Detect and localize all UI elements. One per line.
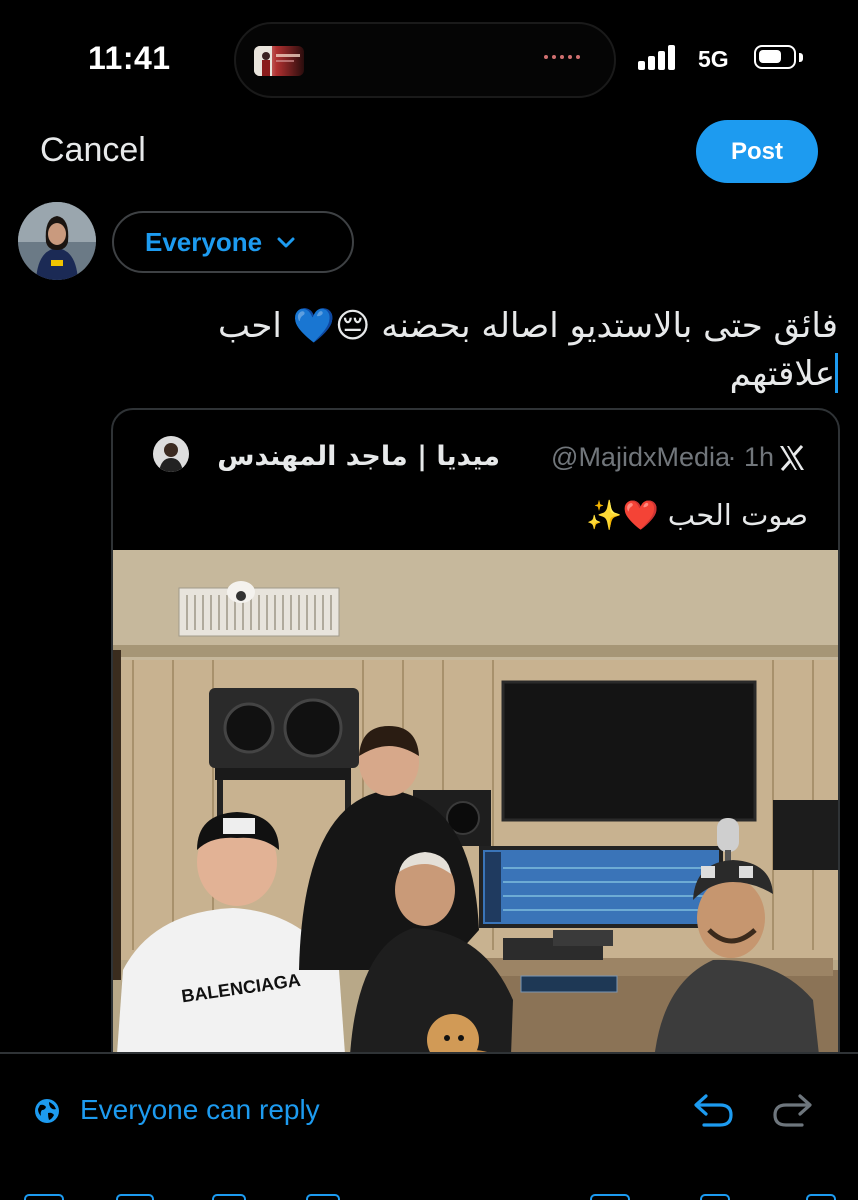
audience-label: Everyone [145,226,263,257]
now-playing-thumbnail [254,46,304,76]
battery-cap [799,53,803,62]
globe-icon[interactable] [34,1098,60,1124]
reply-setting-label[interactable]: Everyone can reply [80,1094,320,1126]
quoted-post-card[interactable]: · 1h @MajidxMedia ميديا | ماجد المهندس ص… [111,408,840,1108]
quoted-post-header: · 1h @MajidxMedia ميديا | ماجد المهندس [143,436,808,482]
tweet-text-line-1: فائق حتى بالاستديو اصاله بحضنه 😔💙 احب [217,306,838,346]
battery-icon [754,45,796,69]
quoted-post-handle: @MajidxMedia [551,442,730,472]
reply-settings-bar: Everyone can reply [0,1052,858,1164]
tweet-text-input[interactable]: فائق حتى بالاستديو اصاله بحضنه 😔💙 احب عل… [98,302,838,398]
studio-photo[interactable]: BALENCIAGA [113,550,838,1106]
post-button[interactable]: Post [696,120,818,183]
island-activity-dots [544,55,580,59]
media-toolbar-peek [0,1190,858,1200]
redo-icon[interactable] [770,1090,816,1130]
tweet-text-line-2: علاقتهم [729,354,835,394]
status-bar: 11:41 5G [0,0,858,120]
dynamic-island[interactable] [234,22,616,98]
network-type: 5G [698,46,729,72]
cancel-button[interactable]: Cancel [40,131,146,170]
chevron-down-icon [277,237,295,248]
quoted-post-author: ميديا | ماجد المهندس [217,441,500,472]
undo-icon[interactable] [690,1090,736,1130]
quoted-post-time: · 1h [727,442,774,472]
text-caret [835,353,838,393]
user-avatar[interactable] [18,202,96,280]
status-time: 11:41 [88,40,171,76]
quoted-post-avatar [153,436,189,472]
quoted-post-text: صوت الحب ❤️✨ [586,498,808,532]
signal-icon [638,44,675,70]
audience-selector[interactable]: Everyone [112,211,354,273]
x-logo-icon [780,445,804,471]
